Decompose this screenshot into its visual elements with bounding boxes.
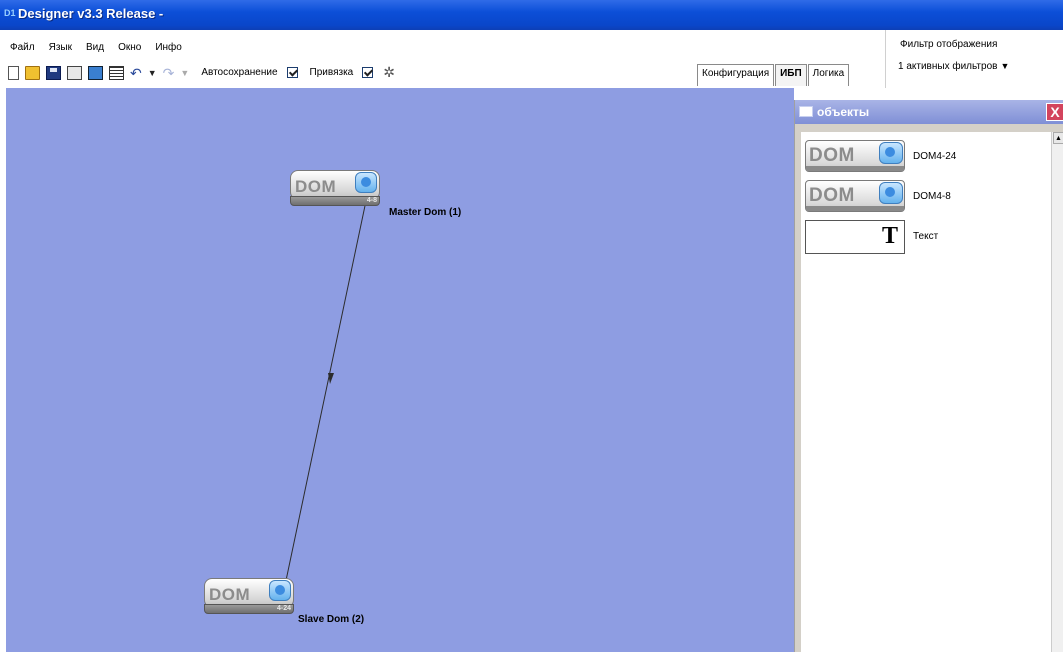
object-item-dom4-24[interactable]: DOM DOM4-24 xyxy=(805,140,1045,174)
window-icon xyxy=(799,106,813,117)
dom-node-footer: 4-24 xyxy=(204,604,294,614)
design-canvas[interactable]: DOM 4-8 Master Dom (1) DOM 4-24 Slave Do… xyxy=(6,88,794,652)
dom-tile-text: DOM xyxy=(809,145,855,166)
monitor-icon[interactable] xyxy=(88,65,103,80)
undo-dropdown-icon[interactable]: ▼ xyxy=(148,68,157,78)
snap-label: Привязка xyxy=(309,67,354,78)
open-folder-icon[interactable] xyxy=(25,65,40,80)
connection-layer xyxy=(283,181,371,591)
object-label: DOM4-24 xyxy=(913,151,957,162)
menu-file[interactable]: Файл xyxy=(10,42,35,53)
menu-bar: Файл Язык Вид Окно Инфо xyxy=(10,42,182,53)
object-item-text[interactable]: T Текст xyxy=(805,220,1045,254)
menu-language[interactable]: Язык xyxy=(49,42,72,53)
object-label: DOM4-8 xyxy=(913,191,951,202)
node-label-slave: Slave Dom (2) xyxy=(298,614,365,625)
tab-configuration[interactable]: Конфигурация xyxy=(697,64,775,86)
menu-window[interactable]: Окно xyxy=(118,42,141,53)
top-bar: Файл Язык Вид Окно Инфо ↶ ▼ ↷ ▼ Автосохр… xyxy=(0,30,1063,88)
title-bar: D1 Designer v3.3 Release - xyxy=(0,0,1063,30)
window-title: Designer v3.3 Release - xyxy=(18,6,164,21)
text-tile: T xyxy=(805,220,905,254)
autosave-label: Автосохранение xyxy=(201,67,278,78)
objects-scrollbar[interactable]: ▲ xyxy=(1051,132,1063,652)
filter-dropdown[interactable]: 1 активных фильтров ▼ xyxy=(898,61,1009,72)
tab-ups[interactable]: ИБП xyxy=(775,64,807,86)
port-icon xyxy=(879,142,903,164)
text-icon: T xyxy=(881,223,898,249)
dom-tile-footer xyxy=(806,206,904,211)
menu-info[interactable]: Инфо xyxy=(155,42,182,53)
redo-icon[interactable]: ↷ xyxy=(163,66,175,80)
dom-tile: DOM xyxy=(805,180,905,212)
toolbar: ↶ ▼ ↷ ▼ Автосохранение Привязка ✲ xyxy=(8,64,395,81)
objects-panel-header[interactable]: объекты X xyxy=(795,100,1063,124)
app-icon: D1 xyxy=(4,8,16,18)
snap-checkbox[interactable] xyxy=(362,67,374,78)
objects-panel-title: объекты xyxy=(817,105,870,119)
object-label: Текст xyxy=(913,231,939,242)
autosave-checkbox[interactable] xyxy=(286,67,298,78)
save-icon[interactable] xyxy=(46,65,61,80)
new-file-icon[interactable] xyxy=(8,65,19,80)
tab-logic[interactable]: Логика xyxy=(807,64,850,86)
objects-panel: объекты X DOM DOM4-24 DOM DOM4-8 T Текст xyxy=(794,100,1063,652)
scroll-up-icon[interactable]: ▲ xyxy=(1053,132,1063,144)
view-tabs: Конфигурация ИБП Логика xyxy=(697,64,850,86)
filter-divider xyxy=(885,30,886,88)
dom-tile-text: DOM xyxy=(809,185,855,206)
dom-node-footer: 4-8 xyxy=(290,196,380,206)
dom-tile: DOM xyxy=(805,140,905,172)
port-icon[interactable] xyxy=(269,580,291,601)
dom-node-model: 4-24 xyxy=(276,605,291,612)
chevron-down-icon: ▼ xyxy=(1000,61,1010,71)
dom-node-text: DOM xyxy=(209,585,251,604)
menu-view[interactable]: Вид xyxy=(86,42,104,53)
filter-title: Фильтр отображения xyxy=(900,39,998,50)
dom-node-text: DOM xyxy=(295,177,337,196)
redo-dropdown-icon[interactable]: ▼ xyxy=(180,68,189,78)
port-icon[interactable] xyxy=(355,172,377,193)
connection-line xyxy=(283,181,371,591)
objects-list: DOM DOM4-24 DOM DOM4-8 T Текст xyxy=(801,132,1051,652)
properties-icon[interactable] xyxy=(67,65,82,80)
dom-tile-footer xyxy=(806,166,904,171)
dom-node-model: 4-8 xyxy=(366,197,377,204)
close-icon[interactable]: X xyxy=(1046,103,1063,121)
filter-value: 1 активных фильтров xyxy=(898,61,998,72)
dom-node-master[interactable]: DOM 4-8 xyxy=(290,170,380,208)
object-item-dom4-8[interactable]: DOM DOM4-8 xyxy=(805,180,1045,214)
table-icon[interactable] xyxy=(109,65,124,80)
undo-icon[interactable]: ↶ xyxy=(130,66,142,80)
dom-node-slave[interactable]: DOM 4-24 xyxy=(204,578,294,616)
port-icon xyxy=(879,182,903,204)
snap-grid-icon[interactable]: ✲ xyxy=(383,64,395,81)
node-label-master: Master Dom (1) xyxy=(389,207,462,218)
